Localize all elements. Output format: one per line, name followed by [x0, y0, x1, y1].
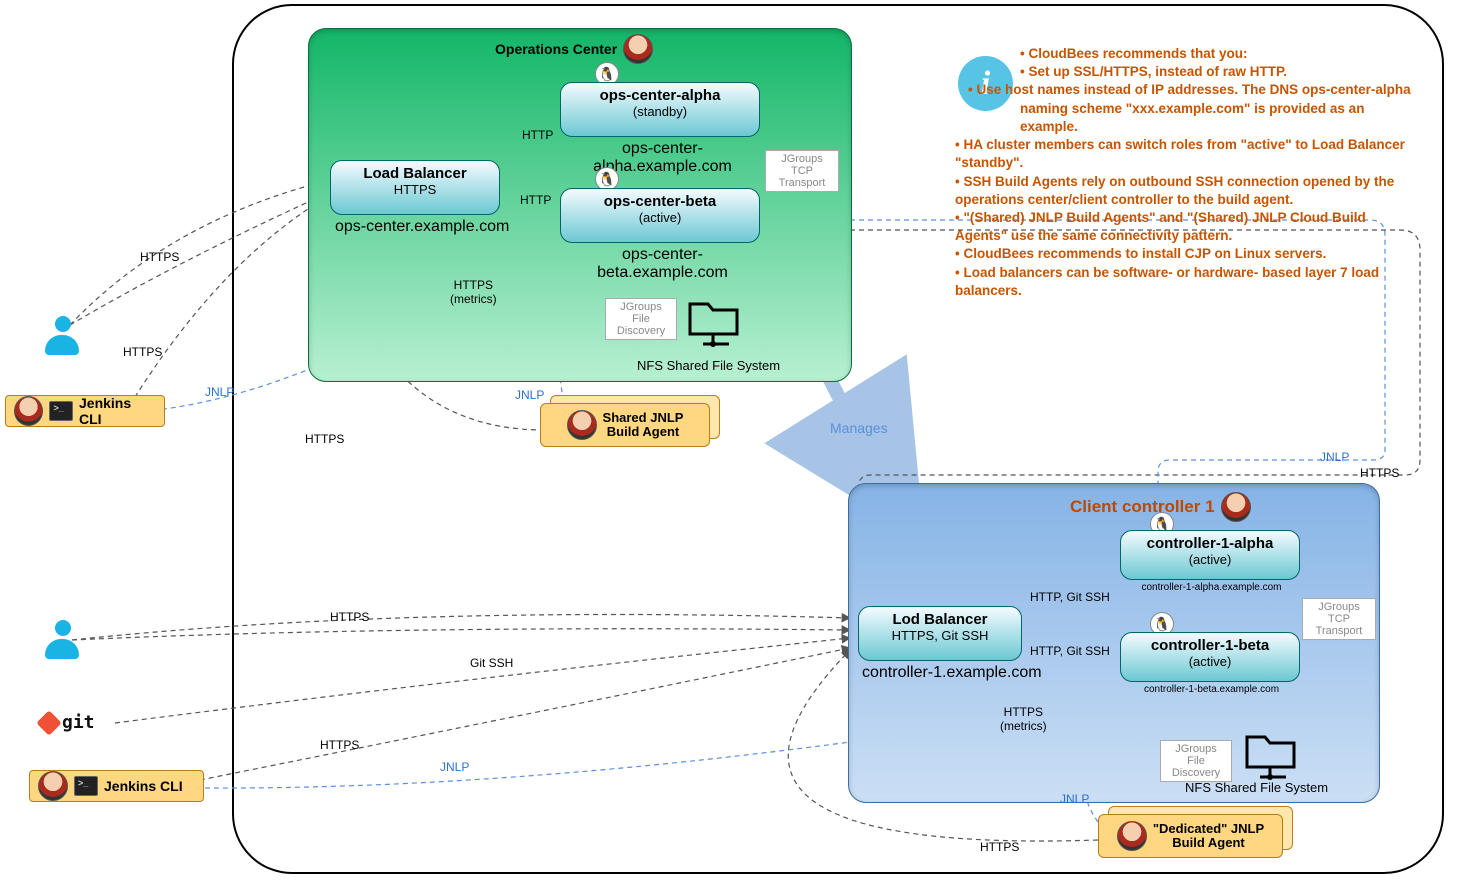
- info-line-5: • "(Shared) JNLP Build Agents" and "(Sha…: [955, 209, 1415, 245]
- ops-jgroups-tcp: JGroups TCP Transport: [765, 150, 839, 192]
- manages-label: Manages: [830, 420, 888, 436]
- jenkins-icon: [567, 410, 597, 440]
- client-alpha-node: controller-1-alpha (active): [1120, 530, 1300, 580]
- ops-lb-url: ops-center.example.com: [335, 218, 509, 236]
- git-client: git: [40, 712, 95, 733]
- edge-https: HTTPS: [1360, 466, 1399, 480]
- edge-https: HTTPS: [140, 250, 179, 264]
- ops-alpha-url: ops-center-alpha.example.com: [565, 140, 760, 176]
- info-line-7: • Load balancers can be software- or har…: [955, 264, 1415, 300]
- jenkins-icon: [1117, 821, 1147, 851]
- edge-https-metrics: HTTPS (metrics): [450, 278, 497, 306]
- nfs-folder-icon: [1242, 725, 1292, 775]
- info-bullets: • CloudBees recommends that you: • Set u…: [955, 45, 1415, 300]
- terminal-icon: [74, 776, 98, 796]
- client-jgroups-file: JGroups File Discovery: [1160, 740, 1232, 782]
- client-beta-node: controller-1-beta (active): [1120, 632, 1300, 682]
- nfs-folder-icon: [685, 292, 735, 342]
- edge-httpgitssh: HTTP, Git SSH: [1030, 590, 1110, 604]
- dedicated-jnlp-agent: "Dedicated" JNLP Build Agent: [1098, 806, 1293, 858]
- shared-jnlp-agent: Shared JNLP Build Agent: [540, 395, 720, 447]
- info-line-6: • CloudBees recommends to install CJP on…: [955, 245, 1415, 263]
- ops-beta-node: ops-center-beta (active): [560, 188, 760, 243]
- ops-load-balancer-node: Load Balancer HTTPS: [330, 160, 500, 215]
- jenkins-cli-2: Jenkins CLI: [29, 770, 204, 802]
- dedicated-agent-label: "Dedicated" JNLP Build Agent: [1153, 822, 1264, 851]
- client-beta-sub: (active): [1127, 654, 1293, 669]
- git-icon: [36, 710, 61, 735]
- ops-nfs-label: NFS Shared File System: [637, 358, 780, 373]
- info-line-3: • HA cluster members can switch roles fr…: [955, 136, 1415, 172]
- client-controller-title-text: Client controller 1: [1070, 497, 1215, 517]
- client-alpha-sub: (active): [1127, 552, 1293, 567]
- ops-beta-sub: (active): [567, 210, 753, 225]
- edge-jnlp: JNLP: [515, 388, 544, 402]
- edge-gitssh: Git SSH: [470, 656, 513, 670]
- edge-jnlp: JNLP: [1060, 792, 1089, 806]
- info-line-2: • Use host names instead of IP addresses…: [1020, 81, 1415, 136]
- ops-beta-title: ops-center-beta: [567, 193, 753, 210]
- ops-jgroups-file: JGroups File Discovery: [605, 298, 677, 340]
- edge-https-metrics: HTTPS (metrics): [1000, 705, 1047, 733]
- edge-https: HTTPS: [320, 738, 359, 752]
- edge-https: HTTPS: [330, 610, 369, 624]
- jenkins-icon: [38, 771, 68, 801]
- client-jgroups-tcp: JGroups TCP Transport: [1302, 598, 1376, 640]
- info-line-1: • Set up SSL/HTTPS, instead of raw HTTP.: [1020, 63, 1415, 81]
- edge-https: HTTPS: [123, 345, 162, 359]
- ops-alpha-title: ops-center-alpha: [567, 87, 753, 104]
- user-icon: [45, 620, 81, 660]
- edge-jnlp: JNLP: [205, 385, 234, 399]
- terminal-icon: [49, 401, 73, 421]
- ops-lb-title: Load Balancer: [337, 165, 493, 182]
- edge-jnlp: JNLP: [1320, 450, 1349, 464]
- client-beta-title: controller-1-beta: [1127, 637, 1293, 654]
- ops-alpha-node: ops-center-alpha (standby): [560, 82, 760, 137]
- client-lb-sub: HTTPS, Git SSH: [865, 628, 1015, 643]
- git-label-text: git: [62, 712, 95, 733]
- edge-https: HTTPS: [305, 432, 344, 446]
- edge-https: HTTPS: [980, 840, 1019, 854]
- client-alpha-url: controller-1-alpha.example.com: [1124, 582, 1299, 593]
- jenkins-icon: [1221, 492, 1251, 522]
- client-alpha-title: controller-1-alpha: [1127, 535, 1293, 552]
- edge-http: HTTP: [520, 193, 551, 207]
- info-line-4: • SSH Build Agents rely on outbound SSH …: [955, 173, 1415, 209]
- jenkins-icon: [623, 34, 653, 64]
- client-beta-url: controller-1-beta.example.com: [1124, 684, 1299, 695]
- ops-alpha-sub: (standby): [567, 104, 753, 119]
- shared-agent-label: Shared JNLP Build Agent: [603, 411, 684, 440]
- ops-lb-sub: HTTPS: [337, 182, 493, 197]
- jenkins-icon: [14, 396, 43, 426]
- jenkins-cli-1-label: Jenkins CLI: [79, 395, 156, 427]
- jenkins-cli-2-label: Jenkins CLI: [104, 778, 183, 794]
- user-icon: [45, 316, 81, 356]
- operations-center-title-text: Operations Center: [495, 41, 617, 57]
- client-lb-url: controller-1.example.com: [862, 664, 1042, 682]
- operations-center-title: Operations Center: [495, 34, 653, 64]
- client-nfs-label: NFS Shared File System: [1185, 780, 1328, 795]
- jenkins-cli-1: Jenkins CLI: [5, 395, 165, 427]
- client-lb-node: Lod Balancer HTTPS, Git SSH: [858, 606, 1022, 661]
- edge-httpgitssh: HTTP, Git SSH: [1030, 644, 1110, 658]
- ops-beta-url: ops-center-beta.example.com: [565, 246, 760, 282]
- edge-jnlp: JNLP: [440, 760, 469, 774]
- client-lb-title: Lod Balancer: [865, 611, 1015, 628]
- edge-http: HTTP: [522, 128, 553, 142]
- info-line-0: • CloudBees recommends that you:: [1020, 45, 1415, 63]
